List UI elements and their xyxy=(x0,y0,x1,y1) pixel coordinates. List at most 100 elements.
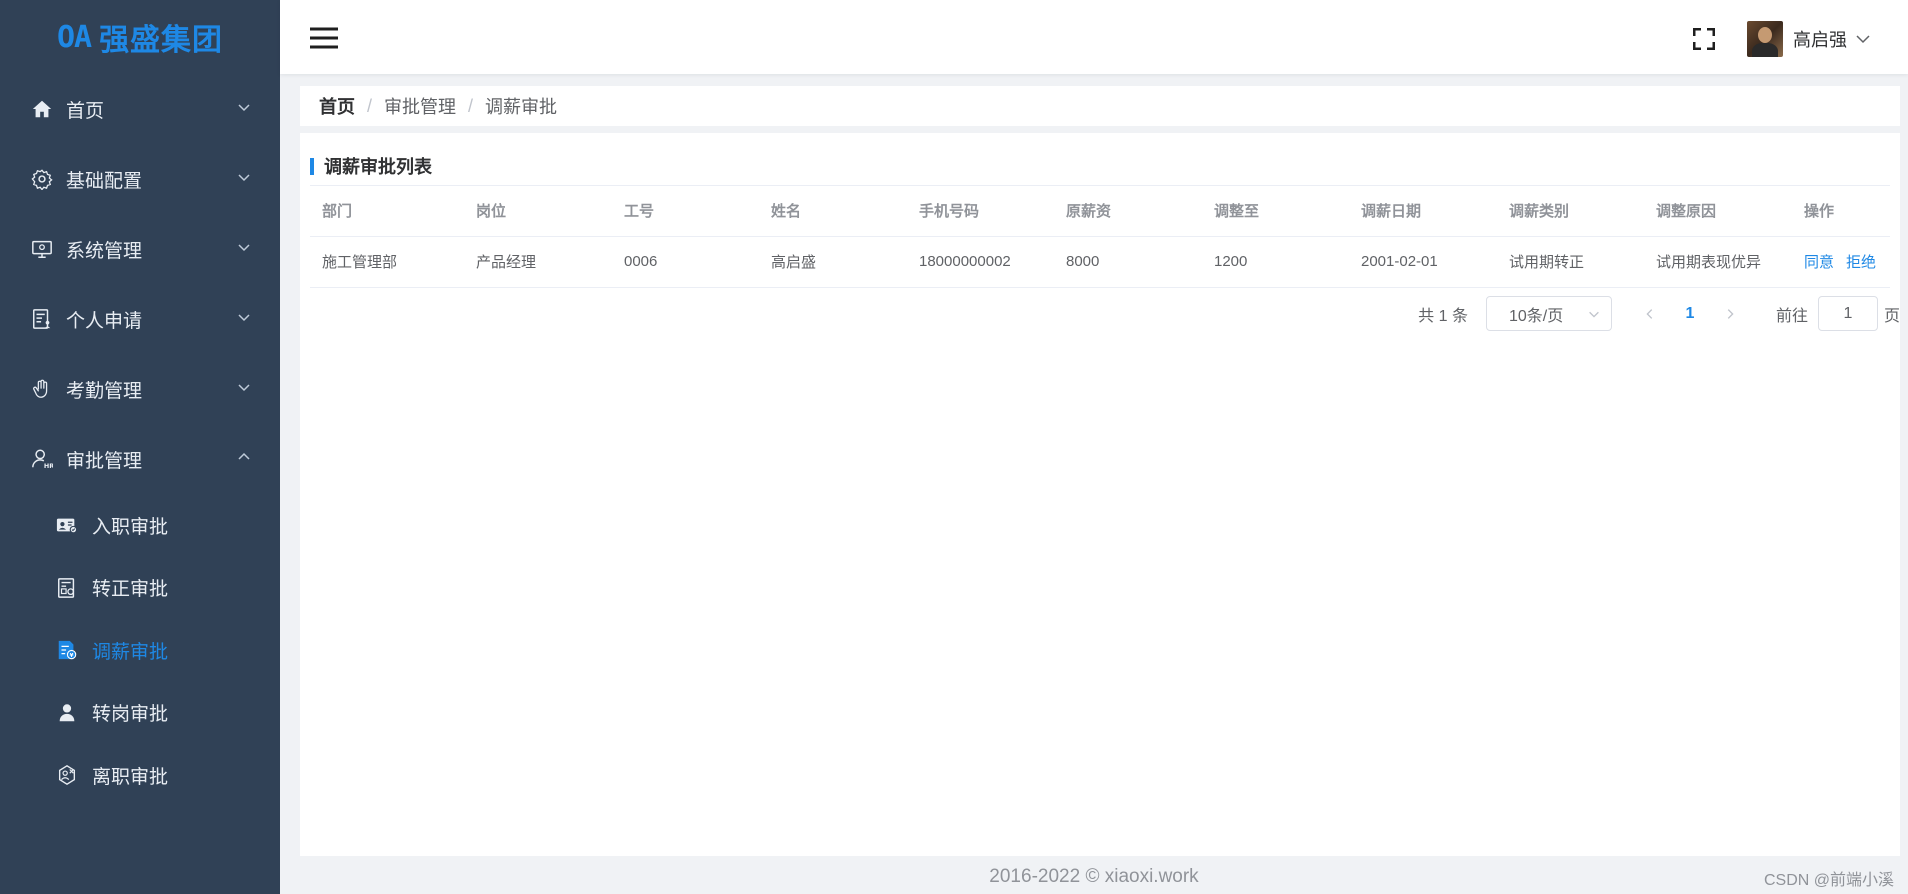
table-cell: 施工管理部 xyxy=(310,236,464,288)
column-header: 调整至 xyxy=(1202,186,1349,237)
chevron-down-icon xyxy=(238,314,250,322)
sidebar-item-label: 考勤管理 xyxy=(66,380,143,402)
avatar xyxy=(1747,21,1783,57)
breadcrumb-approval: 审批管理 xyxy=(384,97,457,117)
column-header: 工号 xyxy=(612,186,759,237)
reject-button[interactable]: 拒绝 xyxy=(1846,254,1876,271)
sidebar-item-system[interactable]: 系统管理 xyxy=(0,214,280,284)
person-icon xyxy=(56,702,78,724)
approval-submenu: 入职审批 转正审批 ¥ 调薪审批 转岗审批 离职审批 xyxy=(0,494,280,807)
chevron-down-icon xyxy=(238,174,250,182)
next-page-button[interactable] xyxy=(1710,296,1750,331)
sidebar-item-personal-apply[interactable]: 个人申请 xyxy=(0,284,280,354)
chevron-down-icon xyxy=(238,384,250,392)
sidebar-item-approval[interactable]: HR 审批管理 xyxy=(0,424,280,494)
chevron-up-icon xyxy=(238,452,250,460)
column-header: 原薪资 xyxy=(1054,186,1202,237)
gear-icon xyxy=(30,167,54,191)
page-size-select[interactable]: 10条/页 xyxy=(1485,296,1612,331)
sidebar-item-label: 转正审批 xyxy=(92,579,169,601)
hamburger-menu-icon[interactable] xyxy=(310,27,338,49)
table-cell: 试用期转正 xyxy=(1497,236,1644,288)
approve-button[interactable]: 同意 xyxy=(1804,254,1834,271)
goto-label: 前往 xyxy=(1775,307,1808,325)
goto-suffix: 页 xyxy=(1883,307,1900,325)
document-user-icon xyxy=(30,307,54,331)
sidebar-menu: 首页 基础配置 系统管理 个人申请 考勤管理 H 审批管理 xyxy=(0,74,280,494)
logo-text: 强盛集团 xyxy=(99,24,224,57)
column-header: 岗位 xyxy=(464,186,612,237)
sidebar-item-label: 首页 xyxy=(66,100,105,122)
column-header: 手机号码 xyxy=(907,186,1054,237)
svg-text:HR: HR xyxy=(44,462,53,470)
column-header: 调薪日期 xyxy=(1349,186,1497,237)
chevron-down-icon xyxy=(238,104,250,112)
column-header: 部门 xyxy=(310,186,464,237)
table-cell: 产品经理 xyxy=(464,236,612,288)
fullscreen-icon[interactable] xyxy=(1693,28,1715,50)
sidebar-item-home[interactable]: 首页 xyxy=(0,74,280,144)
sidebar-item-basic-config[interactable]: 基础配置 xyxy=(0,144,280,214)
top-header: 高启强 xyxy=(280,0,1908,74)
user-name: 高启强 xyxy=(1793,30,1847,50)
sidebar-item-label: 个人申请 xyxy=(66,310,143,332)
table-cell: 0006 xyxy=(612,236,759,288)
breadcrumb-current: 调薪审批 xyxy=(485,97,558,117)
table-cell: 试用期表现优异 xyxy=(1644,236,1792,288)
title-accent-bar xyxy=(310,157,314,175)
sidebar-item-attendance[interactable]: 考勤管理 xyxy=(0,354,280,424)
table-actions-cell: 同意 拒绝 xyxy=(1792,236,1890,288)
id-card-icon xyxy=(56,514,78,536)
sidebar-item-regularize-approval[interactable]: 转正审批 xyxy=(0,557,280,620)
breadcrumb-separator: / xyxy=(468,95,474,116)
sidebar-item-salary-approval[interactable]: ¥ 调薪审批 xyxy=(0,619,280,682)
certificate-icon xyxy=(56,577,78,599)
home-icon xyxy=(30,97,54,121)
sidebar-item-label: 调薪审批 xyxy=(92,641,169,663)
breadcrumb: 首页 / 审批管理 / 调薪审批 xyxy=(300,86,1900,126)
page-title: 调薪审批列表 xyxy=(324,157,432,177)
sidebar-item-label: 入职审批 xyxy=(92,516,169,538)
logo-mark: OA xyxy=(56,19,92,55)
column-header: 调整原因 xyxy=(1644,186,1792,237)
main-card: 调薪审批列表 部门 岗位 工号 姓名 手机号码 原薪资 调整至 调薪日期 调薪类… xyxy=(300,133,1900,856)
salary-approval-table: 部门 岗位 工号 姓名 手机号码 原薪资 调整至 调薪日期 调薪类别 调整原因 … xyxy=(310,186,1890,288)
table-cell: 8000 xyxy=(1054,236,1202,288)
table-header-row: 部门 岗位 工号 姓名 手机号码 原薪资 调整至 调薪日期 调薪类别 调整原因 … xyxy=(310,186,1890,237)
goto-page-input[interactable] xyxy=(1817,296,1878,331)
table-cell: 1200 xyxy=(1202,236,1349,288)
leave-icon xyxy=(56,764,78,786)
sidebar-item-label: 审批管理 xyxy=(66,450,143,472)
column-header: 姓名 xyxy=(759,186,907,237)
breadcrumb-home[interactable]: 首页 xyxy=(319,93,355,119)
sidebar-item-onboard-approval[interactable]: 入职审批 xyxy=(0,494,280,557)
logo[interactable]: OA 强盛集团 xyxy=(0,0,280,74)
column-header: 调薪类别 xyxy=(1497,186,1644,237)
prev-page-button[interactable] xyxy=(1630,296,1670,331)
user-hr-icon: HR xyxy=(30,447,54,471)
chevron-down-icon xyxy=(1856,35,1870,44)
monitor-icon xyxy=(30,237,54,261)
user-dropdown[interactable]: 高启强 xyxy=(1747,21,1871,57)
hand-icon xyxy=(30,377,54,401)
table-cell: 18000000002 xyxy=(907,236,1054,288)
sidebar-item-resign-approval[interactable]: 离职审批 xyxy=(0,744,280,807)
chevron-down-icon xyxy=(238,244,250,252)
salary-doc-icon: ¥ xyxy=(56,639,78,661)
chevron-down-icon xyxy=(1589,311,1599,318)
pagination: 共 1 条 10条/页 1 前往 页 xyxy=(1418,296,1900,331)
sidebar-item-label: 转岗审批 xyxy=(92,704,169,726)
sidebar-item-transfer-approval[interactable]: 转岗审批 xyxy=(0,682,280,745)
page-number-current[interactable]: 1 xyxy=(1670,296,1710,331)
sidebar-item-label: 离职审批 xyxy=(92,766,169,788)
sidebar-item-label: 系统管理 xyxy=(66,240,143,262)
table-cell: 2001-02-01 xyxy=(1349,236,1497,288)
svg-text:¥: ¥ xyxy=(70,653,74,659)
chevron-left-icon xyxy=(1646,308,1653,319)
watermark: CSDN @前端小溪 xyxy=(1763,872,1894,889)
breadcrumb-separator: / xyxy=(367,95,373,116)
sidebar-item-label: 基础配置 xyxy=(66,170,143,192)
chevron-right-icon xyxy=(1727,308,1734,319)
sidebar: OA 强盛集团 首页 基础配置 系统管理 个人申请 考勤管理 H 审批管理 入职… xyxy=(0,0,280,894)
card-title: 调薪审批列表 xyxy=(310,157,432,177)
